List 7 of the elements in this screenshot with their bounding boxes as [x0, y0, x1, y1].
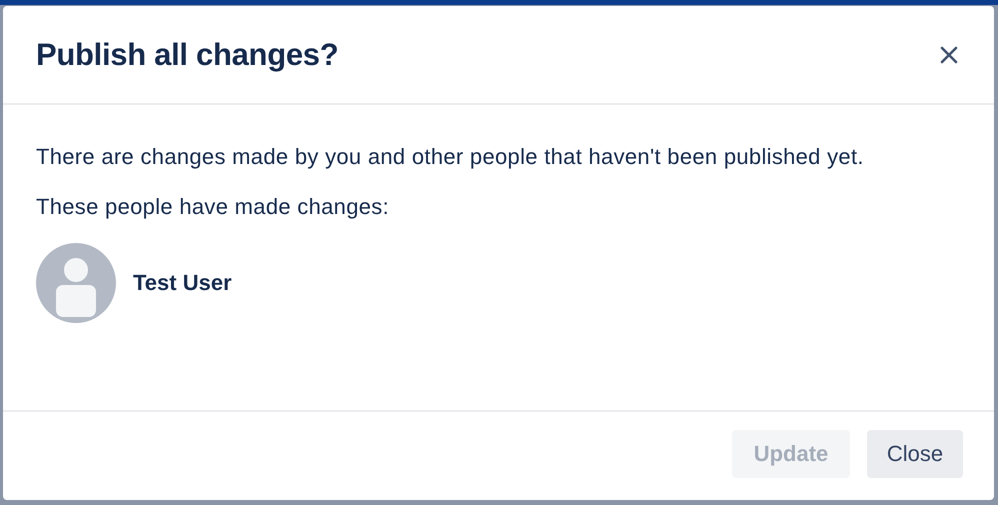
dialog-message: There are changes made by you and other people that haven't been published yet.: [36, 143, 865, 171]
avatar-icon: [36, 243, 116, 323]
dialog-title: Publish all changes?: [36, 36, 338, 72]
close-button[interactable]: Close: [867, 430, 963, 478]
people-heading: These people have made changes:: [36, 193, 390, 221]
close-icon[interactable]: [939, 44, 959, 64]
person-name: Test User: [133, 270, 232, 296]
